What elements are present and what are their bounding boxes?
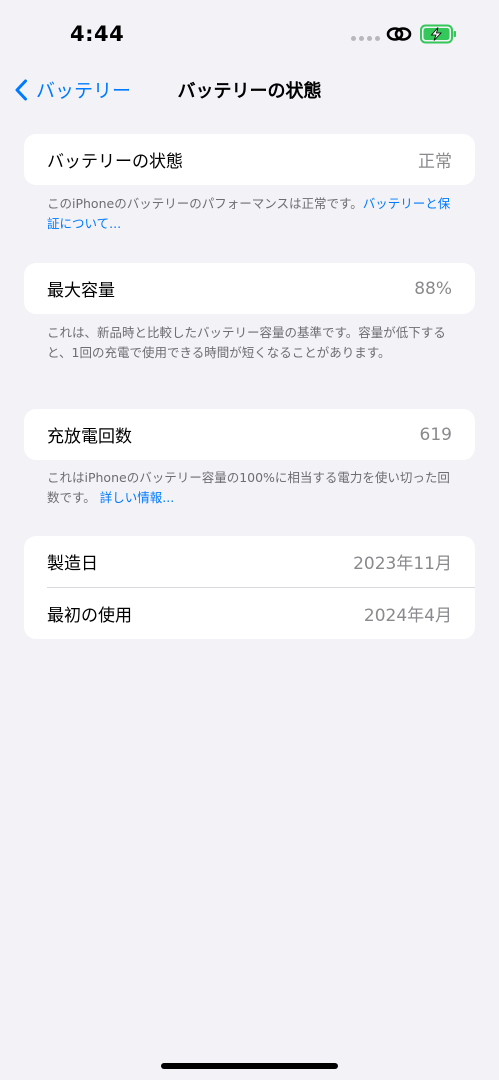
cycle-count-footnote: これはiPhoneのバッテリー容量の100%に相当する電力を使い切った回数です。… [47,468,457,508]
cycle-count-value: 619 [419,424,452,445]
max-capacity-label: 最大容量 [47,281,115,301]
navigation-bar: バッテリー バッテリーの状態 [0,66,499,110]
page-title: バッテリーの状態 [177,81,322,102]
more-info-link[interactable]: 詳しい情報... [100,490,174,505]
max-capacity-value: 88% [414,278,452,299]
max-capacity-row: 最大容量 88% [24,263,475,314]
battery-health-label: バッテリーの状態 [47,152,183,172]
home-indicator[interactable] [161,1063,338,1069]
first-use-row: 最初の使用 2024年4月 [24,588,475,639]
battery-charging-icon [420,24,456,44]
cycle-count-label: 充放電回数 [47,427,132,447]
dates-group: 製造日 2023年11月 最初の使用 2024年4月 [24,536,475,639]
manufacture-date-value: 2023年11月 [353,554,452,574]
status-time: 4:44 [70,22,125,46]
battery-health-footnote: このiPhoneのバッテリーのパフォーマンスは正常です。バッテリーと保証について… [47,194,457,234]
cycle-count-row: 充放電回数 619 [24,409,475,460]
max-capacity-group: 最大容量 88% [24,263,475,314]
cycle-count-group: 充放電回数 619 [24,409,475,460]
max-capacity-footnote: これは、新品時と比較したバッテリー容量の基準です。容量が低下すると、1回の充電で… [47,323,457,363]
first-use-label: 最初の使用 [47,606,132,626]
manufacture-date-label: 製造日 [47,554,98,574]
battery-health-footnote-text: このiPhoneのバッテリーのパフォーマンスは正常です。 [47,196,363,211]
cellular-signal-icon [351,36,380,41]
first-use-value: 2024年4月 [363,606,452,626]
status-bar: 4:44 [0,0,499,64]
link-icon [386,27,412,41]
manufacture-date-row: 製造日 2023年11月 [24,536,475,587]
battery-health-row: バッテリーの状態 正常 [24,134,475,185]
battery-health-value: 正常 [418,152,452,172]
battery-health-group: バッテリーの状態 正常 [24,134,475,185]
max-capacity-footnote-text: これは、新品時と比較したバッテリー容量の基準です。容量が低下すると、1回の充電で… [47,325,446,360]
